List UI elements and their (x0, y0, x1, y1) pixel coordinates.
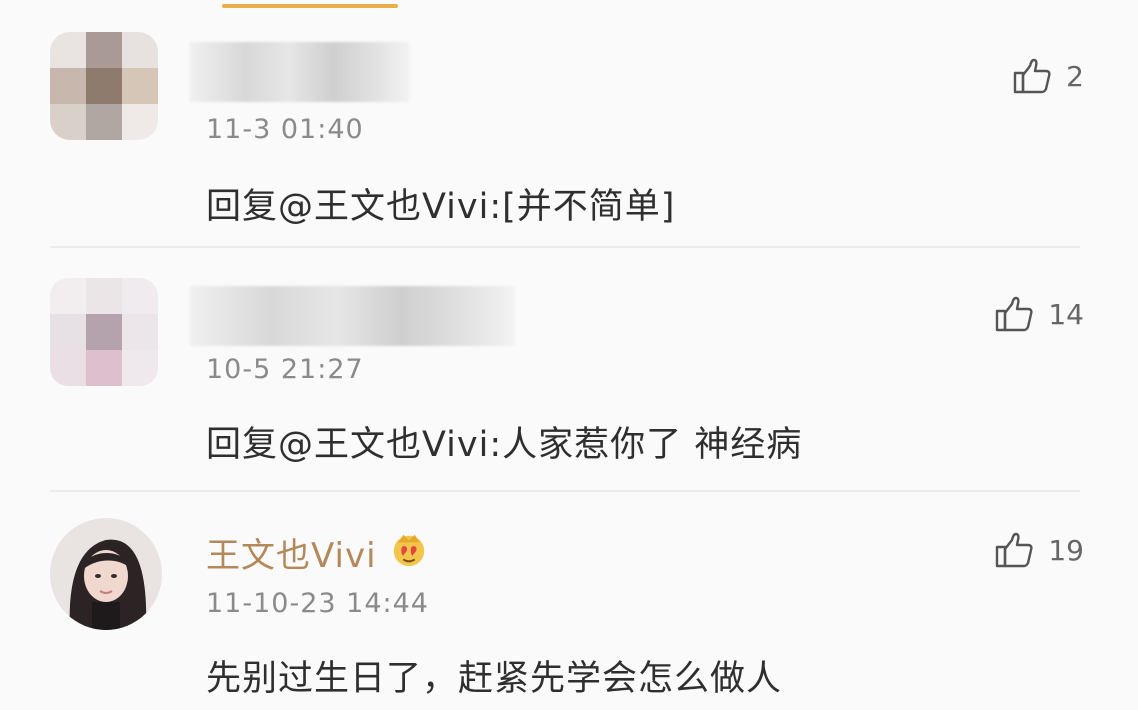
like-count: 14 (1048, 297, 1084, 331)
comment-item: 10-5 21:27 回复@王文也Vivi:人家惹你了 神经病 14 (0, 270, 1138, 490)
comment-text: 回复@王文也Vivi:[并不简单] (206, 187, 676, 227)
thumbs-up-icon (1013, 58, 1051, 94)
avatar[interactable] (50, 518, 162, 630)
active-tab-indicator (222, 4, 398, 8)
comment-timestamp: 10-5 21:27 (206, 354, 364, 385)
like-button[interactable]: 14 (994, 294, 1084, 334)
divider (50, 490, 1080, 492)
comment-item: 11-3 01:40 回复@王文也Vivi:[并不简单] 2 (0, 26, 1138, 250)
thumbs-up-icon (996, 532, 1033, 568)
comment-text: 先别过生日了，赶紧先学会怎么做人 (206, 659, 783, 699)
emoji-badge-icon (393, 534, 425, 567)
avatar[interactable] (50, 278, 158, 386)
like-button[interactable]: 2 (1012, 56, 1084, 96)
comment-timestamp: 11-10-23 14:44 (206, 588, 429, 619)
comment-item: 王文也Vivi 11-10-23 14:44 先别过生日了，赶紧先学会怎么做人 … (0, 510, 1138, 710)
avatar[interactable] (50, 32, 158, 140)
username[interactable]: 王文也Vivi (206, 528, 377, 577)
blurred-username[interactable] (190, 286, 515, 346)
blurred-username[interactable] (190, 42, 410, 102)
like-count: 2 (1066, 59, 1084, 93)
like-count: 19 (1048, 533, 1084, 567)
divider (50, 246, 1080, 248)
comment-text: 回复@王文也Vivi:人家惹你了 神经病 (206, 425, 803, 465)
like-button[interactable]: 19 (994, 530, 1084, 570)
thumbs-up-icon (996, 296, 1033, 332)
comment-timestamp: 11-3 01:40 (206, 114, 364, 145)
